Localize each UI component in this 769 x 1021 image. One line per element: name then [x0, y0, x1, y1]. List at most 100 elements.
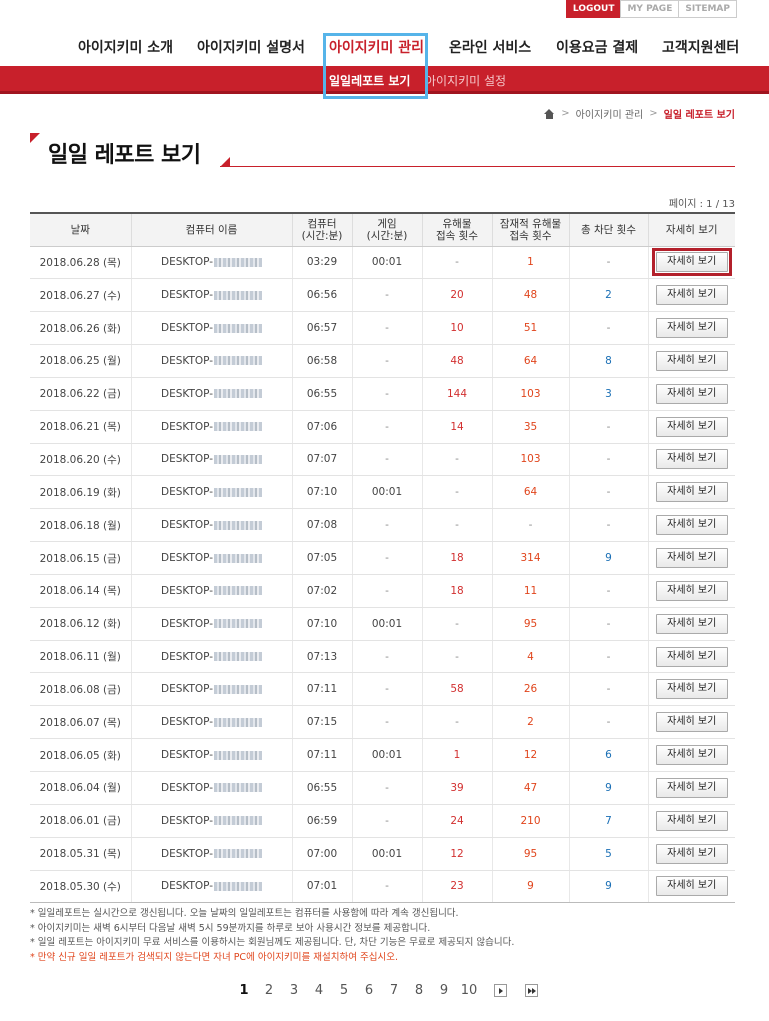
table-row: 2018.06.22 (금) DESKTOP- 06:55-144 103 3 자세히 보…	[30, 377, 735, 411]
cell-game-time: -	[351, 672, 422, 707]
cell-pc-time: 06:58	[291, 344, 352, 378]
detail-button[interactable]: 자세히 보기	[655, 843, 728, 864]
pc-name-text: DESKTOP-	[160, 289, 214, 302]
cell-pc-time: 06:55	[291, 771, 352, 805]
cell-detail: 자세히 보기	[647, 246, 735, 280]
nav-item-payment[interactable]: 이용요금 결제	[556, 38, 638, 58]
title-underline	[220, 166, 735, 167]
cell-detail: 자세히 보기	[647, 377, 735, 411]
page-number[interactable]: 6	[357, 983, 382, 998]
cell-date: 2018.06.12 (화)	[30, 607, 131, 641]
pc-name-redacted	[214, 257, 263, 267]
cell-pc-name: DESKTOP-	[130, 574, 292, 608]
table-row: 2018.06.08 (금) DESKTOP- 07:11-58 26- 자세히 보기	[30, 672, 735, 707]
pc-name-redacted	[214, 356, 263, 366]
detail-button[interactable]: 자세히 보기	[655, 285, 728, 306]
header-harm-line2: 접속 횟수	[436, 229, 478, 242]
cell-game-time: 00:01	[351, 475, 422, 510]
home-icon[interactable]	[544, 108, 555, 119]
cell-date: 2018.06.08 (금)	[30, 672, 131, 707]
pc-name-redacted	[214, 750, 263, 760]
pc-name-text: DESKTOP-	[160, 420, 214, 433]
cell-blocked-count: 6	[568, 738, 648, 772]
detail-button[interactable]: 자세히 보기	[655, 318, 728, 339]
detail-button[interactable]: 자세히 보기	[655, 580, 728, 601]
pc-name-text: DESKTOP-	[160, 322, 214, 335]
last-page-button[interactable]	[524, 984, 538, 997]
cell-potential-count: 210	[491, 804, 569, 838]
cell-harm-count: 48	[421, 344, 492, 378]
detail-button[interactable]: 자세히 보기	[655, 252, 728, 273]
cell-game-time: 00:01	[351, 837, 422, 871]
detail-button[interactable]: 자세히 보기	[655, 613, 728, 634]
detail-button[interactable]: 자세히 보기	[655, 350, 728, 371]
detail-button[interactable]: 자세히 보기	[655, 745, 728, 766]
header-blocked-count: 총 차단 횟수	[568, 212, 648, 247]
page-number[interactable]: 4	[307, 983, 332, 998]
table-row: 2018.06.20 (수) DESKTOP- 07:07- -103- 자세히 보기	[30, 443, 735, 477]
cell-date: 2018.06.14 (목)	[30, 574, 131, 608]
cell-pc-name: DESKTOP-	[130, 837, 292, 871]
cell-harm-count: -	[421, 443, 492, 477]
next-page-button[interactable]	[493, 984, 507, 997]
detail-button[interactable]: 자세히 보기	[655, 548, 728, 569]
logout-link[interactable]: LOGOUT	[565, 0, 622, 18]
cell-harm-count: 39	[421, 771, 492, 805]
cell-pc-time: 06:56	[291, 278, 352, 313]
cell-blocked-count: 9	[568, 771, 648, 805]
detail-button[interactable]: 자세히 보기	[655, 679, 728, 700]
page-number[interactable]: 3	[282, 983, 307, 998]
nav-item-online-service[interactable]: 온라인 서비스	[449, 38, 531, 58]
detail-button[interactable]: 자세히 보기	[655, 777, 728, 798]
detail-button[interactable]: 자세히 보기	[655, 876, 728, 897]
table-row: 2018.05.30 (수) DESKTOP- 07:01-23 9 9 자세히 보기	[30, 870, 735, 904]
cell-harm-count: 14	[421, 410, 492, 444]
cell-pc-name: DESKTOP-	[130, 278, 292, 313]
detail-button[interactable]: 자세히 보기	[655, 416, 728, 437]
page-number[interactable]: 9	[432, 983, 457, 998]
breadcrumb-current: 일일 레포트 보기	[663, 110, 735, 121]
table-body: 2018.06.28 (목) DESKTOP- 03:29 00:01-1- 자세히 보…	[30, 246, 735, 904]
page-number[interactable]: 1	[232, 983, 257, 998]
pc-name-redacted	[214, 881, 263, 891]
cell-blocked-count: -	[568, 607, 648, 641]
pc-name-text: DESKTOP-	[160, 847, 214, 860]
mypage-link[interactable]: MY PAGE	[620, 0, 680, 18]
header-pc-time-line1: 컴퓨터	[307, 217, 337, 230]
page-number[interactable]: 2	[257, 983, 282, 998]
cell-game-time: -	[351, 705, 422, 740]
pc-name-text: DESKTOP-	[160, 650, 214, 663]
cell-detail: 자세히 보기	[647, 410, 735, 444]
detail-button[interactable]: 자세히 보기	[655, 712, 728, 733]
detail-button-highlight: 자세히 보기	[651, 248, 732, 277]
nav-item-support[interactable]: 고객지원센터	[662, 38, 739, 58]
page-number[interactable]: 5	[332, 983, 357, 998]
cell-pc-time: 07:05	[291, 541, 352, 575]
nav-item-manual[interactable]: 아이지키미 설명서	[197, 38, 305, 58]
nav-item-intro[interactable]: 아이지키미 소개	[78, 38, 173, 58]
detail-button[interactable]: 자세히 보기	[655, 449, 728, 470]
cell-harm-count: -	[421, 508, 492, 543]
sitemap-link[interactable]: SITEMAP	[678, 0, 737, 18]
table-row: 2018.06.07 (목) DESKTOP- 07:15- -2- 자세히 보기	[30, 705, 735, 740]
detail-button[interactable]: 자세히 보기	[655, 515, 728, 536]
cell-pc-time: 07:07	[291, 443, 352, 477]
pc-name-text: DESKTOP-	[160, 781, 214, 794]
page-number[interactable]: 8	[407, 983, 432, 998]
cell-game-time: -	[351, 278, 422, 313]
sub-nav-settings[interactable]: 아이지키미 설정	[425, 72, 506, 89]
cell-blocked-count: 9	[568, 870, 648, 904]
pc-name-redacted	[214, 652, 263, 662]
breadcrumb-level1[interactable]: 아이지키미 관리	[576, 106, 644, 121]
cell-game-time: 00:01	[351, 246, 422, 280]
detail-button[interactable]: 자세히 보기	[655, 810, 728, 831]
detail-button[interactable]: 자세히 보기	[655, 646, 728, 667]
table-row: 2018.06.12 (화) DESKTOP- 07:10 00:01-95- 자세히 …	[30, 607, 735, 641]
detail-button[interactable]: 자세히 보기	[655, 383, 728, 404]
cell-pc-time: 06:57	[291, 311, 352, 346]
pc-name-text: DESKTOP-	[160, 453, 214, 466]
page-number[interactable]: 7	[382, 983, 407, 998]
page-number[interactable]: 10	[457, 983, 482, 998]
detail-button[interactable]: 자세히 보기	[655, 482, 728, 503]
nav-highlight-box	[323, 33, 428, 99]
